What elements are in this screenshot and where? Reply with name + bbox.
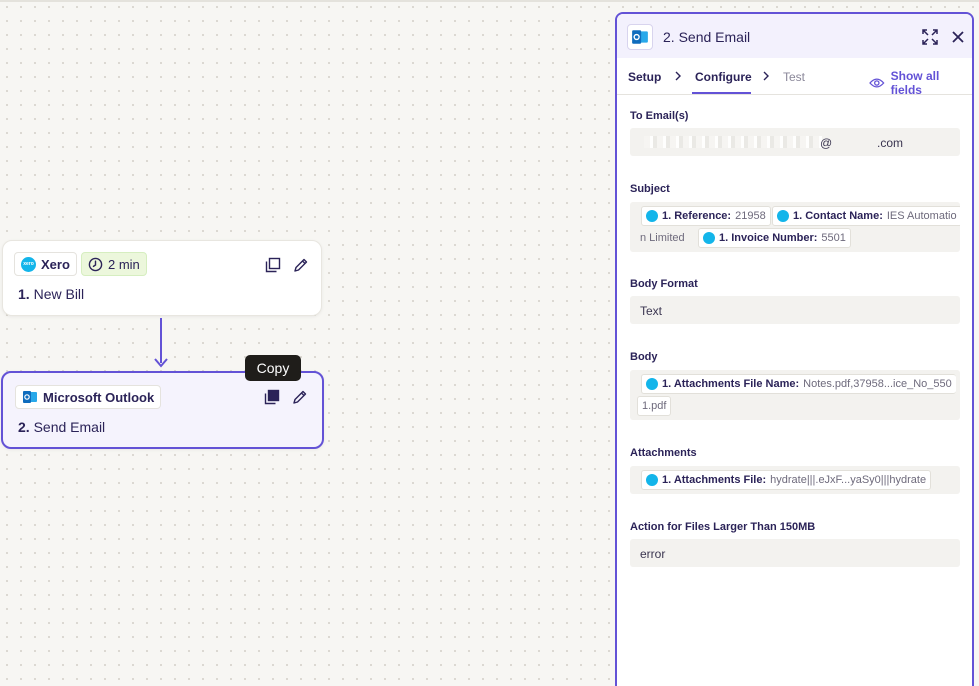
panel-tabs: Setup Configure Test Show all fields bbox=[617, 58, 972, 97]
duplicate-icon bbox=[265, 257, 281, 273]
outlook-icon bbox=[23, 391, 37, 403]
chevron-right-icon bbox=[675, 71, 681, 81]
clock-icon bbox=[88, 257, 103, 271]
tab-test[interactable]: Test bbox=[783, 70, 805, 84]
panel-title: 2. Send Email bbox=[663, 29, 751, 45]
step-title: 1. New Bill bbox=[18, 286, 85, 302]
duplicate-button[interactable] bbox=[263, 255, 283, 275]
tab-setup[interactable]: Setup bbox=[628, 70, 661, 84]
body-label: Body bbox=[630, 351, 658, 363]
attachments-field[interactable]: 1. Attachments File: hydrate|||.eJxF...ya… bbox=[630, 466, 960, 494]
edit-icon bbox=[294, 258, 308, 272]
attachments-label: Attachments bbox=[630, 447, 697, 459]
xero-icon bbox=[646, 378, 658, 390]
xero-icon bbox=[777, 210, 789, 222]
xero-icon bbox=[646, 210, 658, 222]
app-chip-xero: xero Xero bbox=[14, 252, 77, 276]
close-icon[interactable] bbox=[949, 28, 967, 46]
step-title: 2. Send Email bbox=[18, 419, 106, 435]
tab-configure[interactable]: Configure bbox=[695, 70, 752, 84]
panel-app-icon bbox=[627, 24, 653, 50]
step-card-outlook[interactable]: Microsoft Outlook 2. Send Email bbox=[1, 371, 324, 449]
subject-wrap-text: n Limited bbox=[640, 232, 685, 244]
email-domain: .com bbox=[877, 136, 904, 150]
token-contact-name: 1. Contact Name: IES Automatio bbox=[772, 206, 960, 226]
large-files-field[interactable]: error bbox=[630, 539, 960, 567]
body-wrap-text: 1.pdf bbox=[637, 396, 672, 416]
large-files-label: Action for Files Larger Than 150MB bbox=[630, 521, 816, 533]
xero-icon: xero bbox=[21, 256, 36, 272]
expand-icon[interactable] bbox=[921, 28, 939, 46]
body-format-field[interactable]: Text bbox=[630, 296, 960, 324]
edit-icon bbox=[293, 390, 307, 404]
show-all-fields-link[interactable]: Show all fields bbox=[869, 69, 972, 97]
app-name: Microsoft Outlook bbox=[43, 389, 155, 405]
duration-text: 2 min bbox=[108, 256, 140, 272]
redacted-email bbox=[644, 136, 822, 148]
step-card-xero[interactable]: xero Xero 2 min 1. New Bill bbox=[2, 240, 322, 316]
edit-button[interactable] bbox=[291, 255, 311, 275]
xero-icon bbox=[646, 474, 658, 486]
body-format-label: Body Format bbox=[630, 278, 698, 290]
duration-chip: 2 min bbox=[81, 252, 147, 276]
panel-header: 2. Send Email bbox=[617, 14, 972, 58]
to-email-field[interactable]: @ .com bbox=[630, 128, 960, 156]
body-field[interactable]: 1. Attachments File Name: Notes.pdf,37958… bbox=[630, 370, 960, 420]
email-at: @ bbox=[820, 136, 833, 150]
subject-field[interactable]: 1. Reference: 21958 1. Contact Name: IES A… bbox=[630, 202, 960, 252]
token-attachments-file: 1. Attachments File: hydrate|||.eJxF...ya… bbox=[641, 470, 932, 490]
token-attachments-file-name: 1. Attachments File Name: Notes.pdf,37958… bbox=[641, 374, 956, 394]
chevron-right-icon bbox=[763, 71, 769, 81]
app-chip-outlook: Microsoft Outlook bbox=[15, 385, 162, 409]
xero-icon bbox=[703, 232, 715, 244]
copy-tooltip: Copy bbox=[245, 355, 301, 381]
edit-button[interactable] bbox=[290, 387, 310, 407]
app-name: Xero bbox=[41, 256, 70, 272]
active-tab-indicator bbox=[692, 92, 751, 94]
token-reference: 1. Reference: 21958 bbox=[641, 206, 771, 226]
connector-arrow-icon bbox=[154, 358, 168, 368]
top-border bbox=[0, 0, 979, 2]
duplicate-button[interactable] bbox=[262, 387, 282, 407]
duplicate-icon bbox=[264, 389, 280, 405]
step-config-panel: 2. Send Email Setup Configure Test Show … bbox=[615, 12, 974, 686]
subject-label: Subject bbox=[630, 183, 670, 195]
eye-icon bbox=[869, 78, 885, 88]
outlook-icon bbox=[632, 30, 648, 44]
token-invoice-number: 1. Invoice Number: 5501 bbox=[698, 228, 851, 248]
to-email-label: To Email(s) bbox=[630, 110, 689, 122]
